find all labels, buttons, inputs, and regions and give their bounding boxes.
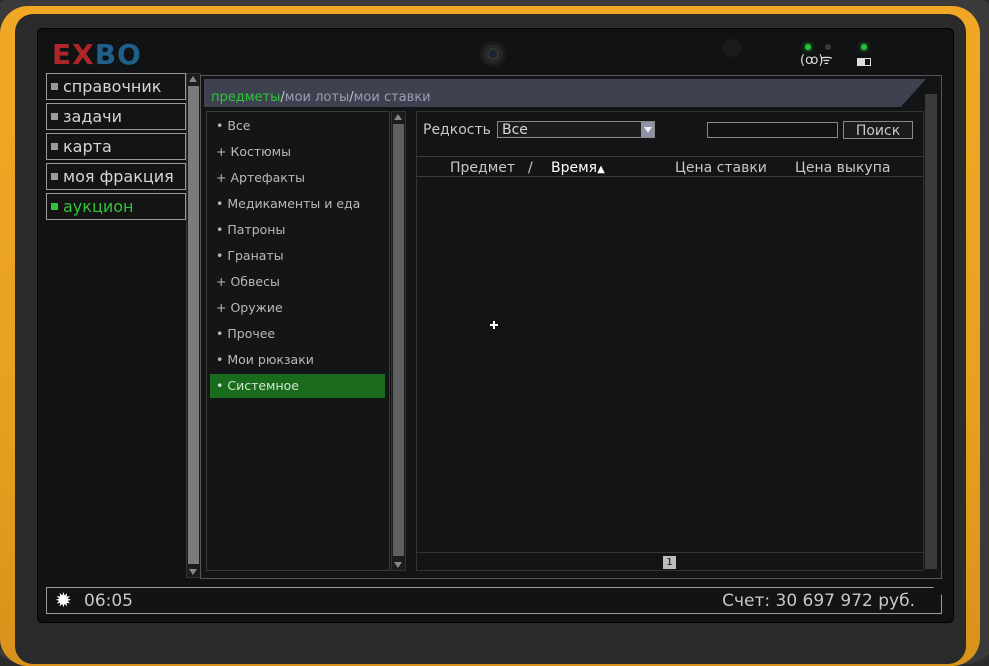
category-prefix: • <box>216 196 224 211</box>
tab-my-bids[interactable]: мои ставки <box>354 90 431 105</box>
nav-item-reference[interactable]: справочник <box>46 73 186 100</box>
column-header-bid-price[interactable]: Цена ставки <box>675 160 767 176</box>
wifi-icon: ᯤ <box>820 52 833 68</box>
nav-bullet-icon <box>51 203 58 210</box>
chevron-down-icon[interactable] <box>641 122 654 137</box>
category-item-all[interactable]: • Все <box>210 114 385 138</box>
nav-item-faction[interactable]: моя фракция <box>46 163 186 190</box>
category-item-system[interactable]: • Системное <box>210 374 385 398</box>
nav-item-label: моя фракция <box>63 167 174 186</box>
nav-item-label: задачи <box>63 107 123 126</box>
category-label: Артефакты <box>230 170 305 185</box>
rarity-label: Редкость <box>423 122 491 138</box>
tab-my-lots[interactable]: мои лоты <box>285 90 349 105</box>
nav-bullet-icon <box>51 113 58 120</box>
category-item-grenades[interactable]: • Гранаты <box>210 244 385 268</box>
camera-icon <box>480 41 506 67</box>
signal-led <box>805 44 811 50</box>
nav-item-tasks[interactable]: задачи <box>46 103 186 130</box>
category-item-weapons[interactable]: + Оружие <box>210 296 385 320</box>
balance: Счет: 30 697 972 руб. <box>722 591 915 611</box>
category-item-attachments[interactable]: + Обвесы <box>210 270 385 294</box>
brand-logo: EXBO <box>52 38 142 72</box>
category-label: Прочее <box>227 326 276 341</box>
nav-item-label: аукцион <box>63 197 134 216</box>
category-label: Патроны <box>227 222 286 237</box>
category-item-backpacks[interactable]: • Мои рюкзаки <box>210 348 385 372</box>
scroll-down-icon[interactable] <box>394 562 402 568</box>
light-sensor <box>723 39 741 57</box>
scroll-up-icon[interactable] <box>394 114 402 120</box>
nav-bullet-icon <box>51 173 58 180</box>
page-number-button[interactable]: 1 <box>663 556 676 569</box>
status-bar: ✹ 06:05 Счет: 30 697 972 руб. <box>46 587 942 614</box>
expand-icon[interactable]: + <box>216 170 226 185</box>
clock: 06:05 <box>84 591 133 611</box>
category-item-ammo[interactable]: • Патроны <box>210 218 385 242</box>
column-header-separator: / <box>528 160 533 176</box>
column-header-time-label: Время <box>551 160 598 176</box>
sun-icon: ✹ <box>55 588 72 612</box>
nav-scrollbar[interactable] <box>186 73 201 578</box>
header-bottom-divider <box>417 176 923 177</box>
nav-item-auction[interactable]: аукцион <box>46 193 186 220</box>
scroll-up-icon[interactable] <box>189 76 197 82</box>
battery-icon <box>857 58 871 66</box>
scrollbar-thumb[interactable] <box>188 86 199 564</box>
nav-item-map[interactable]: карта <box>46 133 186 160</box>
category-item-suits[interactable]: + Костюмы <box>210 140 385 164</box>
category-scrollbar[interactable] <box>391 111 406 571</box>
expand-icon[interactable]: + <box>216 144 226 159</box>
scroll-down-icon[interactable] <box>189 569 197 575</box>
nav-item-label: карта <box>63 137 112 156</box>
nav-item-label: справочник <box>63 77 162 96</box>
category-prefix: • <box>216 326 224 341</box>
category-prefix: • <box>216 222 224 237</box>
category-label: Гранаты <box>227 248 284 263</box>
main-nav: справочник задачи карта моя фракция аукц… <box>46 73 186 223</box>
sort-asc-icon: ▲ <box>597 164 605 175</box>
nav-bullet-icon <box>51 143 58 150</box>
header-top-divider <box>417 156 923 157</box>
column-header-item[interactable]: Предмет <box>450 160 515 176</box>
rarity-dropdown[interactable]: Все <box>497 121 655 138</box>
expand-icon[interactable]: + <box>216 274 226 289</box>
category-label: Оружие <box>230 300 283 315</box>
nav-bullet-icon <box>51 83 58 90</box>
search-input[interactable] <box>707 122 838 138</box>
category-item-other[interactable]: • Прочее <box>210 322 385 346</box>
panel-scrollbar[interactable] <box>925 94 937 569</box>
auction-panel: предметы/мои лоты/мои ставки • Все + Кос… <box>200 75 942 579</box>
search-button[interactable]: Поиск <box>843 121 913 139</box>
category-prefix: • <box>216 118 224 133</box>
category-label: Медикаменты и еда <box>227 196 361 211</box>
rarity-value: Все <box>502 122 528 138</box>
category-prefix: • <box>216 248 224 263</box>
column-header-buyout-price[interactable]: Цена выкупа <box>795 160 890 176</box>
column-header-time[interactable]: Время▲ <box>551 160 605 176</box>
category-prefix: • <box>216 378 224 393</box>
category-label: Мои рюкзаки <box>227 352 314 367</box>
expand-icon[interactable]: + <box>216 300 226 315</box>
category-label: Системное <box>227 378 299 393</box>
auction-tabs: предметы/мои лоты/мои ставки <box>211 90 431 105</box>
lots-area: Редкость Все Поиск Предмет / Время▲ Цена… <box>416 111 924 571</box>
battery-led <box>861 44 867 50</box>
category-list: • Все + Костюмы + Артефакты • Медикамент… <box>206 111 390 571</box>
category-label: Все <box>227 118 251 133</box>
category-label: Костюмы <box>230 144 291 159</box>
logo-part-1: EX <box>52 38 95 71</box>
logo-part-2: BO <box>94 38 142 71</box>
category-item-artifacts[interactable]: + Артефакты <box>210 166 385 190</box>
category-label: Обвесы <box>230 274 280 289</box>
category-prefix: • <box>216 352 224 367</box>
category-item-meds-food[interactable]: • Медикаменты и еда <box>210 192 385 216</box>
status-led <box>825 44 831 50</box>
crosshair-cursor <box>490 321 498 329</box>
scrollbar-thumb[interactable] <box>393 124 404 556</box>
tab-items[interactable]: предметы <box>211 90 280 105</box>
pager-divider <box>417 552 923 553</box>
